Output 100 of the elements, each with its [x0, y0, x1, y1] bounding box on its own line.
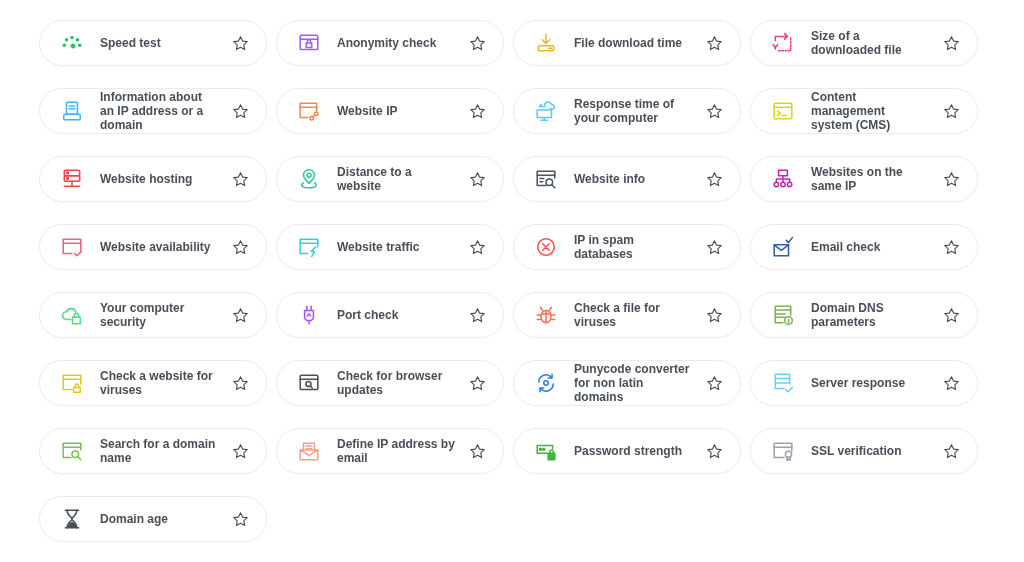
- tool-label: Website info: [574, 172, 647, 186]
- tool-label: Response time of your computer: [574, 97, 676, 125]
- document-icon: [61, 100, 83, 122]
- tool-label: Website IP: [337, 104, 399, 118]
- tool-label: Domain age: [100, 512, 169, 526]
- browser-check-icon: [61, 236, 83, 258]
- tool-label: Website availability: [100, 240, 212, 254]
- browser-search-icon: [61, 440, 83, 462]
- star-icon[interactable]: [706, 374, 723, 392]
- tool-card[interactable]: Distance to a website: [276, 156, 504, 202]
- browser-certificate-icon: [772, 440, 794, 462]
- tool-card[interactable]: IP in spam databases: [513, 224, 741, 270]
- tool-card[interactable]: Website traffic: [276, 224, 504, 270]
- tool-card[interactable]: Check for browser updates: [276, 360, 504, 406]
- tool-card[interactable]: Website IP: [276, 88, 504, 134]
- tool-label: Domain DNS parameters: [811, 301, 885, 329]
- tool-card[interactable]: Port check: [276, 292, 504, 338]
- star-icon[interactable]: [706, 306, 723, 324]
- monitor-cloud-icon: [535, 100, 557, 122]
- tool-card[interactable]: Password strength: [513, 428, 741, 474]
- tool-card[interactable]: Speed test: [39, 20, 267, 66]
- tool-card[interactable]: Information about an IP address or a domain: [39, 88, 267, 134]
- star-icon[interactable]: [706, 34, 723, 52]
- star-icon[interactable]: [943, 102, 960, 120]
- browser-link-icon: [298, 100, 320, 122]
- browser-search-icon: [535, 168, 557, 190]
- tool-label: Punycode converter for non latin domains: [574, 362, 691, 404]
- star-icon[interactable]: [232, 102, 249, 120]
- tool-label: Website traffic: [337, 240, 421, 254]
- star-icon[interactable]: [232, 238, 249, 256]
- tool-card[interactable]: Content management system (CMS): [750, 88, 978, 134]
- tool-card[interactable]: Check a file for viruses: [513, 292, 741, 338]
- tool-card[interactable]: Size of a downloaded file: [750, 20, 978, 66]
- tool-label: Search for a domain name: [100, 437, 217, 465]
- tool-card[interactable]: Domain age: [39, 496, 267, 542]
- star-icon[interactable]: [943, 374, 960, 392]
- star-icon[interactable]: [469, 170, 486, 188]
- tool-card[interactable]: Your computer security: [39, 292, 267, 338]
- star-icon[interactable]: [232, 170, 249, 188]
- star-icon[interactable]: [469, 102, 486, 120]
- tool-card[interactable]: Punycode converter for non latin domains: [513, 360, 741, 406]
- tool-card[interactable]: File download time: [513, 20, 741, 66]
- tool-card[interactable]: Search for a domain name: [39, 428, 267, 474]
- star-icon[interactable]: [232, 510, 249, 528]
- star-icon[interactable]: [943, 306, 960, 324]
- tool-label: File download time: [574, 36, 683, 50]
- tool-card[interactable]: Server response: [750, 360, 978, 406]
- sitemap-icon: [772, 168, 794, 190]
- tool-label: Check a website for viruses: [100, 369, 214, 397]
- tool-label: Port check: [337, 308, 400, 322]
- star-icon[interactable]: [943, 34, 960, 52]
- tool-card[interactable]: Define IP address by email: [276, 428, 504, 474]
- tool-card[interactable]: Email check: [750, 224, 978, 270]
- star-icon[interactable]: [943, 170, 960, 188]
- tool-label: Size of a downloaded file: [811, 29, 903, 57]
- tool-label: IP in spam databases: [574, 233, 635, 261]
- tool-card[interactable]: Domain DNS parameters: [750, 292, 978, 338]
- tool-label: Speed test: [100, 36, 162, 50]
- tool-label: SSL verification: [811, 444, 903, 458]
- download-icon: [535, 32, 557, 54]
- star-icon[interactable]: [232, 442, 249, 460]
- tool-card[interactable]: Response time of your computer: [513, 88, 741, 134]
- star-icon[interactable]: [943, 238, 960, 256]
- star-icon[interactable]: [943, 442, 960, 460]
- tool-label: Define IP address by email: [337, 437, 455, 465]
- tool-label: Check for browser updates: [337, 369, 444, 397]
- tool-label: Server response: [811, 376, 907, 390]
- star-icon[interactable]: [706, 442, 723, 460]
- star-icon[interactable]: [706, 170, 723, 188]
- tool-label: Your computer security: [100, 301, 186, 329]
- refresh-icon: [535, 372, 557, 394]
- error-circle-icon: [535, 236, 557, 258]
- tool-label: Content management system (CMS): [811, 90, 892, 132]
- tool-card[interactable]: SSL verification: [750, 428, 978, 474]
- star-icon[interactable]: [469, 374, 486, 392]
- tool-label: Websites on the same IP: [811, 165, 904, 193]
- tool-label: Email check: [811, 240, 882, 254]
- tool-card[interactable]: Website hosting: [39, 156, 267, 202]
- star-icon[interactable]: [706, 238, 723, 256]
- resize-icon: [772, 32, 794, 54]
- star-icon[interactable]: [469, 442, 486, 460]
- star-icon[interactable]: [469, 34, 486, 52]
- tool-card[interactable]: Website availability: [39, 224, 267, 270]
- tool-card[interactable]: Website info: [513, 156, 741, 202]
- star-icon[interactable]: [469, 238, 486, 256]
- tool-card[interactable]: Websites on the same IP: [750, 156, 978, 202]
- star-icon[interactable]: [706, 102, 723, 120]
- tool-card[interactable]: Anonymity check: [276, 20, 504, 66]
- star-icon[interactable]: [232, 306, 249, 324]
- terminal-icon: [772, 100, 794, 122]
- open-mail-icon: [298, 440, 320, 462]
- star-icon[interactable]: [232, 374, 249, 392]
- server-info-icon: [772, 304, 794, 326]
- browser-lock-icon: [61, 372, 83, 394]
- tool-card[interactable]: Check a website for viruses: [39, 360, 267, 406]
- star-icon[interactable]: [469, 306, 486, 324]
- server-icon: [61, 168, 83, 190]
- tool-label: Anonymity check: [337, 36, 438, 50]
- server-check-icon: [772, 372, 794, 394]
- star-icon[interactable]: [232, 34, 249, 52]
